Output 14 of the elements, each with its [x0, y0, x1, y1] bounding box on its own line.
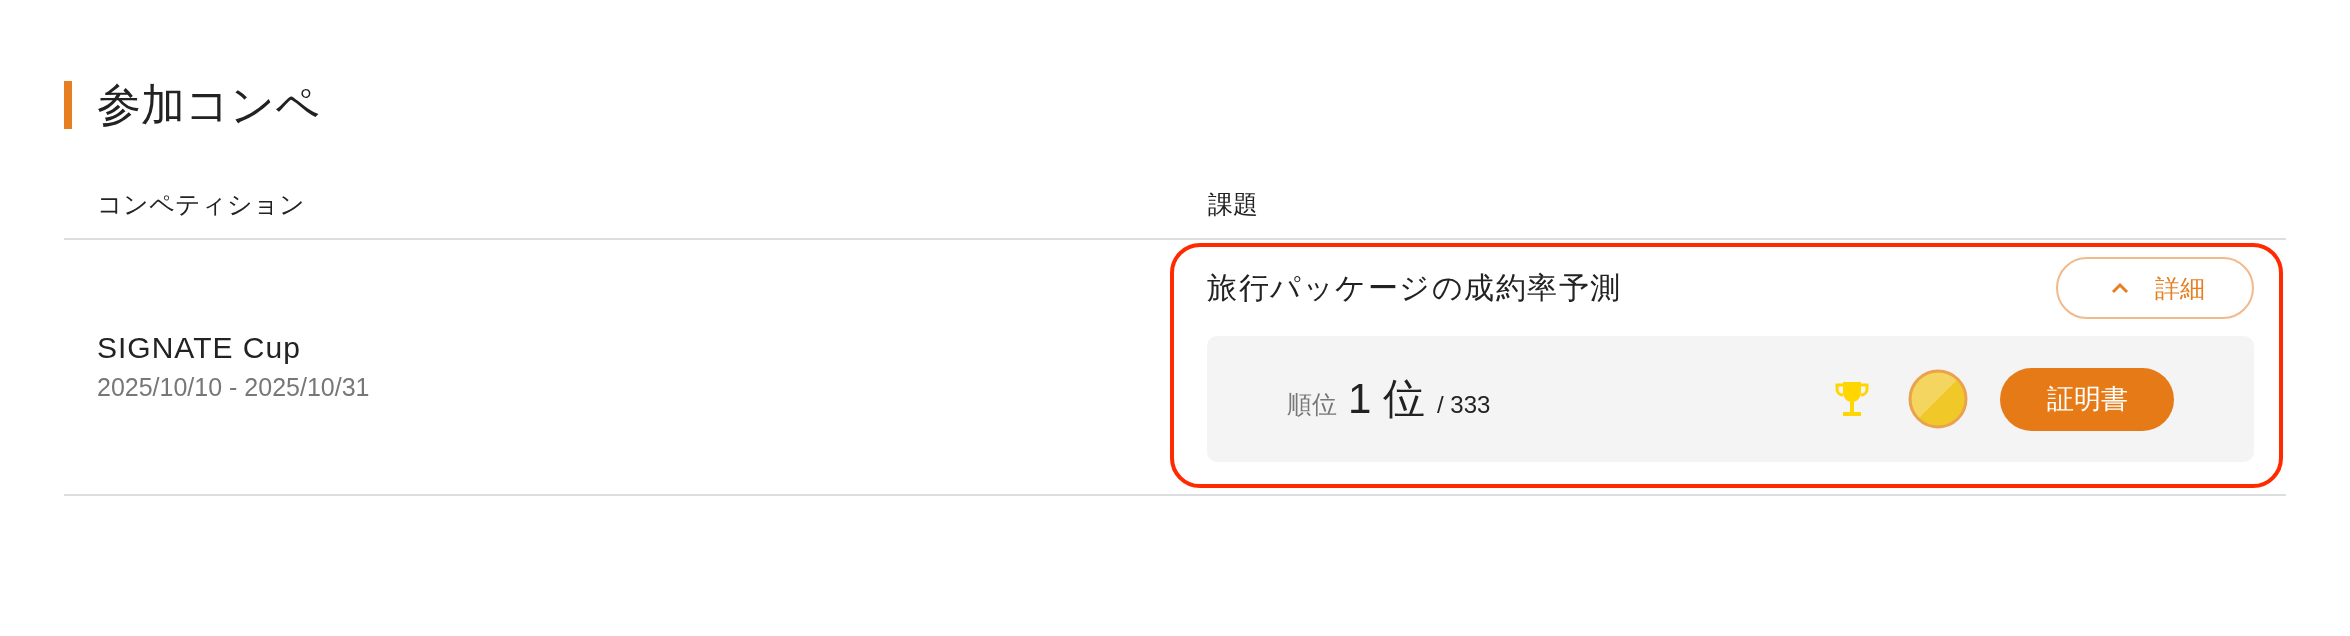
rank-total: / 333: [1437, 391, 1491, 419]
medal-icon: [1908, 369, 1968, 429]
column-header: 課題: [1208, 189, 1258, 219]
detail-button[interactable]: 詳細: [2056, 257, 2254, 319]
section-title: 参加コンペ: [97, 81, 320, 129]
rank-value: 1 位: [1348, 374, 1426, 424]
column-header: コンペティション: [97, 189, 305, 219]
competition-period: 2025/10/10 - 2025/10/31: [97, 371, 370, 402]
certificate-button[interactable]: 証明書: [2000, 367, 2174, 431]
title-accent-bar: [64, 81, 72, 129]
task-title: 旅行パッケージの成約率予測: [1207, 270, 1622, 306]
trophy-icon: [1834, 381, 1870, 417]
rank-label: 順位: [1287, 389, 1337, 420]
competition-name: SIGNATE Cup: [97, 329, 301, 366]
